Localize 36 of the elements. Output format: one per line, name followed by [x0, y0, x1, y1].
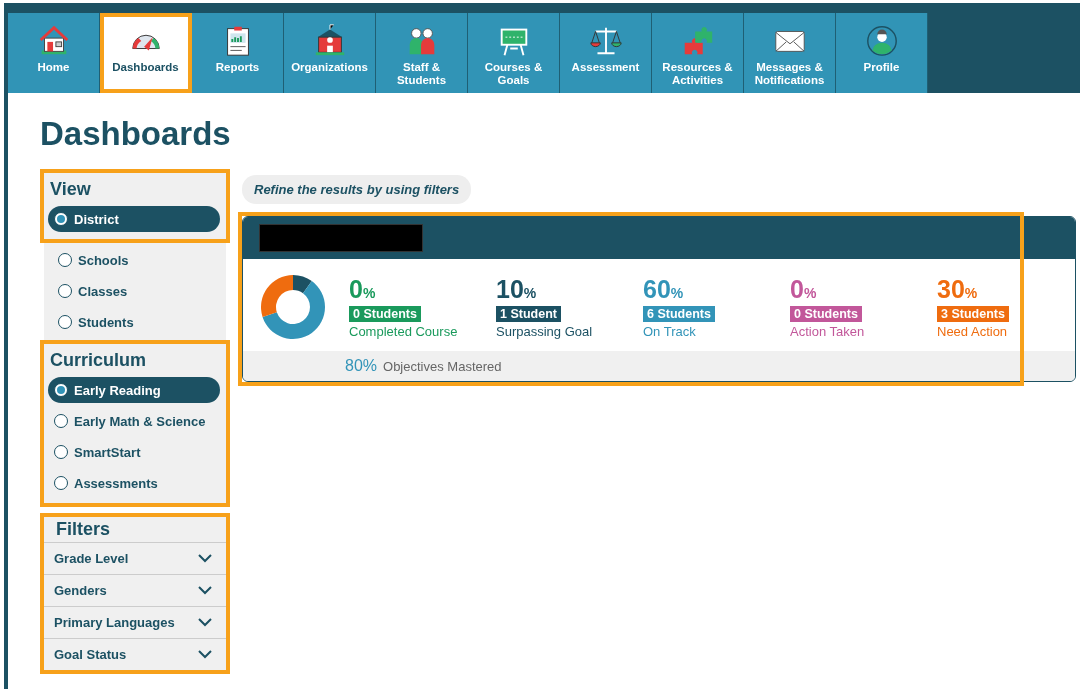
- radio-option[interactable]: Schools: [52, 247, 216, 273]
- stat-label: On Track: [643, 323, 696, 339]
- student-count: 1 Student: [496, 305, 561, 322]
- student-count: 0 Students: [790, 305, 862, 322]
- chevron-down-icon: [198, 650, 212, 659]
- stat-percent: 0%: [790, 275, 817, 305]
- filter-hint: Refine the results by using filters: [242, 175, 472, 204]
- stat-label: Completed Course: [349, 323, 458, 339]
- radio-option[interactable]: Early Math & Science: [48, 408, 220, 434]
- student-count: 6 Students: [643, 305, 715, 322]
- stat-percent: 60%: [643, 275, 684, 305]
- stat-percent: 10%: [496, 275, 537, 305]
- radio-option[interactable]: Assessments: [48, 470, 220, 496]
- stat-label: Need Action: [937, 323, 1008, 339]
- chevron-down-icon: [198, 586, 212, 595]
- radio-option[interactable]: Students: [52, 309, 216, 335]
- chevron-down-icon: [198, 618, 212, 627]
- objectives-percent: 80%: [345, 357, 378, 375]
- page-title: Dashboards: [40, 115, 232, 153]
- radio-option[interactable]: Classes: [52, 278, 216, 304]
- radio-option[interactable]: SmartStart: [48, 439, 220, 465]
- donut-chart: [259, 273, 327, 341]
- stat-percent: 0%: [349, 275, 376, 305]
- stat-percent: 30%: [937, 275, 978, 305]
- objectives-label: Objectives Mastered: [383, 359, 502, 374]
- stat-label: Action Taken: [790, 323, 865, 339]
- nav-tab[interactable]: Dashboards: [100, 13, 192, 93]
- student-count: 0 Students: [349, 305, 421, 322]
- radio-option[interactable]: District: [48, 206, 220, 232]
- section-title: Curriculum: [49, 349, 147, 372]
- student-count: 3 Students: [937, 305, 1009, 322]
- chevron-down-icon: [198, 554, 212, 563]
- section-title: Filters: [55, 518, 112, 541]
- section-title: View: [49, 178, 92, 201]
- stat-label: Surpassing Goal: [496, 323, 593, 339]
- radio-option[interactable]: Early Reading: [48, 377, 220, 403]
